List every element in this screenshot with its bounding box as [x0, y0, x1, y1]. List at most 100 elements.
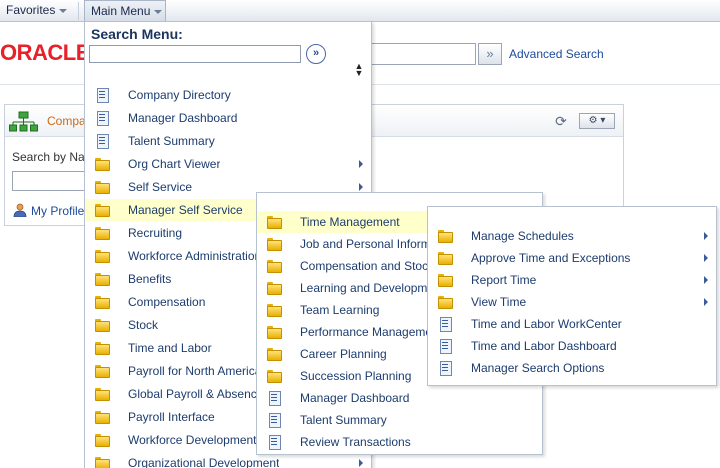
menu-item-time-and-labor-dashboard[interactable]: Time and Labor Dashboard: [428, 335, 716, 357]
menu-item-label: Learning and Development: [300, 281, 445, 295]
folder-icon: [95, 203, 110, 217]
folder-icon: [95, 341, 110, 355]
page-icon: [438, 317, 452, 332]
folder-icon: [267, 237, 282, 251]
menu-item-manage-schedules[interactable]: Manage Schedules: [428, 225, 716, 247]
folder-icon: [95, 295, 110, 309]
folder-icon: [95, 318, 110, 332]
chevron-down-icon: [154, 9, 163, 14]
time-management-submenu: Manage Schedules Approve Time and Excepti…: [427, 206, 717, 386]
menu-item-label: Performance Management: [300, 325, 443, 339]
menu-item-label: Stock: [128, 318, 159, 332]
chevron-right-icon: [704, 232, 708, 240]
folder-icon: [267, 369, 282, 383]
search-by-input[interactable]: [12, 171, 92, 191]
menu-item-view-time[interactable]: View Time: [428, 291, 716, 313]
page-icon: [95, 134, 109, 149]
menu-item-label: Benefits: [128, 272, 172, 286]
menu-item-label: Manager Self Service: [128, 203, 243, 217]
folder-icon: [95, 272, 110, 286]
chevron-right-icon: [359, 183, 363, 191]
menu-item-label: Succession Planning: [300, 369, 412, 383]
menu-item-label: Time Management: [300, 215, 400, 229]
header-search-input[interactable]: [366, 43, 476, 65]
menu-item-label: Compensation: [128, 295, 206, 309]
header-search-button[interactable]: »: [478, 43, 502, 65]
org-chart-icon: [9, 111, 38, 132]
menu-item-label: Payroll Interface: [128, 410, 215, 424]
menu-item-label: Org Chart Viewer: [128, 157, 221, 171]
page-icon: [95, 88, 109, 103]
folder-icon: [267, 325, 282, 339]
menu-item-label: View Time: [471, 295, 527, 309]
menu-item-manager-dashboard[interactable]: Manager Dashboard: [85, 107, 371, 129]
menu-item-label: Payroll for North America: [128, 364, 262, 378]
menu-item-approve-time-and-exceptions[interactable]: Approve Time and Exceptions: [428, 247, 716, 269]
search-menu-go-button[interactable]: »: [306, 44, 326, 64]
menu-item-company-directory[interactable]: Company Directory: [85, 84, 371, 106]
nav-divider: [78, 2, 79, 20]
search-menu-input[interactable]: [89, 45, 301, 63]
folder-icon: [438, 251, 453, 265]
chevron-right-icon: [359, 459, 363, 467]
folder-icon: [95, 364, 110, 378]
top-navbar: Favorites Main Menu: [0, 0, 720, 22]
folder-icon: [267, 281, 282, 295]
folder-icon: [267, 259, 282, 273]
menu-item-label: Time and Labor WorkCenter: [471, 317, 622, 331]
menu-item-label: Manager Dashboard: [128, 111, 238, 125]
search-by-label: Search by Na: [12, 150, 85, 164]
menu-item-label: Workforce Administration: [128, 249, 262, 263]
page-icon: [438, 361, 452, 376]
my-profile-link[interactable]: My Profile: [31, 204, 84, 218]
folder-icon: [438, 295, 453, 309]
folder-icon: [438, 273, 453, 287]
page-icon: [267, 435, 281, 450]
menu-item-label: Approve Time and Exceptions: [471, 251, 631, 265]
search-menu-title: Search Menu:: [91, 26, 183, 42]
menu-item-label: Talent Summary: [128, 134, 215, 148]
menu-item-label: Report Time: [471, 273, 537, 287]
menu-item-label: Manage Schedules: [471, 229, 574, 243]
favorites-menu[interactable]: Favorites: [0, 0, 76, 22]
gear-icon: ⚙: [588, 115, 598, 126]
person-icon: [13, 203, 27, 217]
folder-icon: [95, 157, 110, 171]
sort-icon[interactable]: ▲ ▼: [354, 62, 364, 78]
menu-item-label: Compensation and Stock: [300, 259, 435, 273]
menu-item-org-chart-viewer[interactable]: Org Chart Viewer: [85, 153, 371, 175]
folder-icon: [267, 347, 282, 361]
folder-icon: [267, 303, 282, 317]
menu-item-label: Organizational Development: [128, 456, 280, 468]
oracle-logo: ORACLE: [0, 40, 86, 65]
menu-item-manager-dashboard[interactable]: Manager Dashboard: [257, 387, 542, 409]
menu-item-time-and-labor-workcenter[interactable]: Time and Labor WorkCenter: [428, 313, 716, 335]
folder-icon: [95, 456, 110, 468]
menu-item-review-transactions[interactable]: Review Transactions: [257, 431, 542, 453]
folder-icon: [267, 215, 282, 229]
folder-icon: [95, 410, 110, 424]
refresh-icon[interactable]: ⟳: [553, 113, 569, 129]
menu-item-manager-search-options[interactable]: Manager Search Options: [428, 357, 716, 379]
chevron-right-icon: [704, 298, 708, 306]
folder-icon: [95, 180, 110, 194]
page-icon: [95, 111, 109, 126]
chevron-down-icon: ▾: [600, 115, 606, 126]
folder-icon: [438, 229, 453, 243]
menu-item-label: Workforce Development: [128, 433, 257, 447]
folder-icon: [95, 249, 110, 263]
menu-item-label: Manager Dashboard: [300, 391, 410, 405]
menu-item-label: Time and Labor: [128, 341, 212, 355]
menu-item-label: Recruiting: [128, 226, 183, 240]
advanced-search-link[interactable]: Advanced Search: [509, 47, 604, 61]
pagelet-options-button[interactable]: ⚙ ▾: [579, 113, 615, 129]
menu-item-label: Self Service: [128, 180, 193, 194]
main-menu[interactable]: Main Menu: [84, 0, 166, 22]
page-icon: [438, 339, 452, 354]
folder-icon: [95, 226, 110, 240]
page-icon: [267, 391, 281, 406]
menu-item-talent-summary[interactable]: Talent Summary: [257, 409, 542, 431]
menu-item-talent-summary[interactable]: Talent Summary: [85, 130, 371, 152]
menu-item-report-time[interactable]: Report Time: [428, 269, 716, 291]
menu-item-label: Company Directory: [128, 88, 231, 102]
